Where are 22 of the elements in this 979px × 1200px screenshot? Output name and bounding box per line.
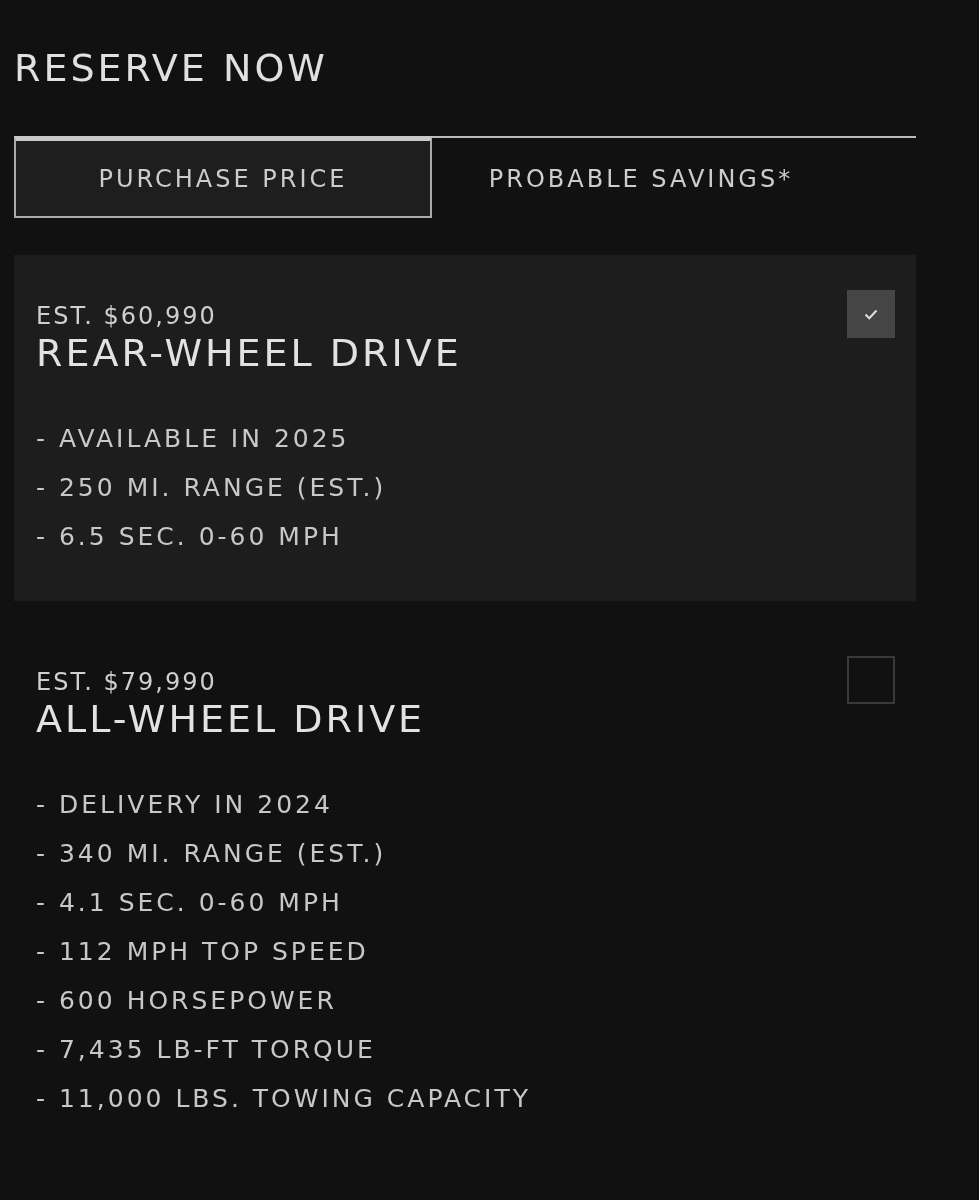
tab[interactable]: PURCHASE PRICE [14, 136, 432, 218]
feature-text: - 4.1 SEC. 0-60 MPH [36, 887, 343, 919]
feature-text: - 250 MI. RANGE (EST.) [36, 472, 387, 504]
option-card[interactable]: EST. $60,990 REAR-WHEEL DRIVE - AVAILABLE IN 2025 - 250 MI. RANGE (EST.) - 6.5 SEC. 0-60 MPH [14, 255, 916, 601]
page-title: RESERVE NOW [14, 45, 328, 92]
feature-text: - DELIVERY IN 2024 [36, 789, 333, 821]
feature-text: - 6.5 SEC. 0-60 MPH [36, 521, 343, 553]
feature-text: - 11,000 LBS. TOWING CAPACITY [36, 1083, 531, 1115]
price-label: EST. $60,990 [36, 302, 217, 330]
checkbox[interactable] [847, 656, 895, 704]
drive-name: REAR-WHEEL DRIVE [36, 330, 462, 376]
feature-text: - 7,435 LB-FT TORQUE [36, 1034, 376, 1066]
drive-name: ALL-WHEEL DRIVE [36, 696, 426, 742]
feature-text: - 340 MI. RANGE (EST.) [36, 838, 387, 870]
price-label: EST. $79,990 [36, 668, 217, 696]
feature-text: - 600 HORSEPOWER [36, 985, 337, 1017]
tab[interactable]: PROBABLE SAVINGS* [432, 136, 850, 218]
checkbox[interactable] [847, 290, 895, 338]
feature-text: - AVAILABLE IN 2025 [36, 423, 350, 455]
check-icon [864, 308, 878, 320]
option-card[interactable]: EST. $79,990 ALL-WHEEL DRIVE - DELIVERY IN 2024 - 340 MI. RANGE (EST.) - 4.1 SEC. 0-60 MPH - 112 MPH TOP SPEED - 600 HORSEPOWER - 7,435 LB-FT TORQUE - 11,000 LBS. TOWING CAPACITY [14, 621, 916, 1163]
feature-text: - 112 MPH TOP SPEED [36, 936, 369, 968]
